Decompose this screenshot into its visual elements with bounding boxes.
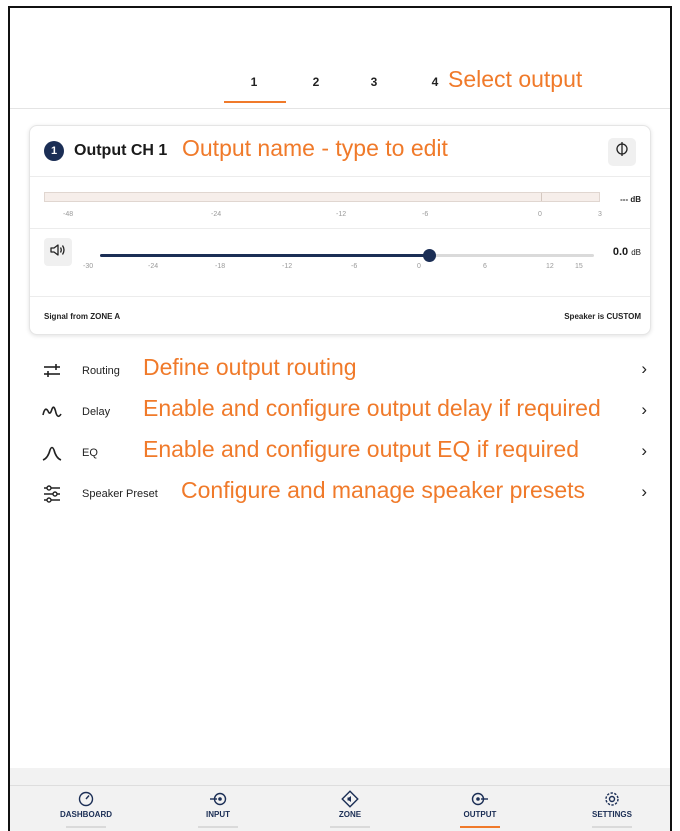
gain-tick: 15 (575, 263, 583, 270)
routing-icon (41, 360, 63, 382)
meter-tick: 0 (538, 211, 542, 218)
chevron-right-icon: › (641, 400, 647, 419)
gear-icon (603, 790, 621, 808)
gain-tick: -18 (215, 263, 226, 270)
annotation-delay: Enable and configure output delay if req… (143, 395, 601, 421)
phase-invert-button[interactable] (608, 138, 636, 166)
annotation-output-name: Output name - type to edit (182, 135, 448, 161)
nav-input[interactable]: INPUT (168, 786, 268, 831)
tab-output-2[interactable]: 2 (301, 75, 331, 89)
gain-tick: -12 (282, 263, 293, 270)
gain-slider-fill (100, 254, 430, 257)
menu-row-eq[interactable]: EQ Enable and configure output EQ if req… (29, 436, 651, 471)
output-icon (471, 790, 489, 808)
nav-label: INPUT (206, 810, 230, 819)
menu-row-label: EQ (82, 447, 98, 459)
output-channel-card: 1 Output CH 1 Output name - type to edit… (29, 125, 651, 335)
gain-value-number: 0.0 (612, 246, 629, 258)
nav-settings[interactable]: SETTINGS (562, 786, 662, 831)
phase-invert-icon (615, 142, 629, 160)
tab-output-1[interactable]: 1 (239, 75, 269, 89)
main-content: 1 Output CH 1 Output name - type to edit… (10, 108, 670, 768)
gain-tick: 6 (483, 263, 487, 270)
card-divider (30, 296, 650, 297)
meter-tick: -24 (211, 211, 222, 218)
nav-indicator (592, 826, 632, 828)
gain-slider-thumb[interactable] (423, 249, 437, 262)
tab-output-4[interactable]: 4 (420, 75, 450, 89)
annotation-select-output: Select output (448, 66, 583, 92)
bottom-nav: DASHBOARD INPUT ZONE OUTPUT SETTINGS (10, 785, 670, 831)
annotation-routing: Define output routing (143, 354, 357, 380)
speaker-status: Speaker is CUSTOM (564, 312, 641, 321)
signal-source: Signal from ZONE A (44, 312, 121, 321)
nav-indicator (66, 826, 106, 828)
gain-value[interactable]: 0.0 dB (613, 246, 641, 258)
nav-output[interactable]: OUTPUT (430, 786, 530, 831)
nav-label: DASHBOARD (60, 810, 112, 819)
channel-number-badge: 1 (44, 141, 64, 161)
output-tab-bar: 1 2 3 4 Select output (10, 8, 670, 108)
level-meter (44, 192, 600, 202)
card-divider (30, 228, 650, 229)
gain-tick: 12 (546, 263, 554, 270)
gain-tick: -30 (83, 263, 94, 270)
nav-dashboard[interactable]: DASHBOARD (36, 786, 136, 831)
nav-zone[interactable]: ZONE (300, 786, 400, 831)
gain-tick: 0 (417, 263, 421, 270)
nav-label: SETTINGS (591, 810, 632, 819)
nav-indicator (198, 826, 238, 828)
card-divider (30, 176, 650, 177)
speaker-volume-icon (49, 244, 67, 260)
menu-row-label: Speaker Preset (82, 488, 158, 500)
menu-row-routing[interactable]: Routing Define output routing › (29, 354, 651, 389)
meter-zero-mark (541, 193, 542, 201)
eq-icon (41, 442, 63, 464)
menu-row-label: Delay (82, 406, 111, 418)
gain-tick: -6 (351, 263, 358, 270)
nav-indicator (460, 826, 500, 828)
meter-tick: 3 (598, 211, 602, 218)
meter-readout: --- dB (620, 195, 641, 204)
speaker-preset-icon (41, 483, 63, 505)
chevron-right-icon: › (641, 359, 647, 378)
nav-label: ZONE (338, 810, 362, 819)
annotation-speaker-preset: Configure and manage speaker presets (181, 477, 586, 503)
input-icon (209, 790, 227, 808)
gain-tick: -24 (148, 263, 159, 270)
mute-button[interactable] (44, 238, 72, 266)
chevron-right-icon: › (641, 441, 647, 460)
active-tab-indicator (224, 101, 286, 103)
chevron-right-icon: › (641, 482, 647, 501)
annotation-eq: Enable and configure output EQ if requir… (143, 436, 580, 462)
gain-slider[interactable] (100, 249, 594, 262)
menu-row-delay[interactable]: Delay Enable and configure output delay … (29, 395, 651, 430)
meter-tick: -12 (336, 211, 347, 218)
meter-tick: -48 (63, 211, 74, 218)
output-name-field[interactable]: Output CH 1 (74, 142, 167, 160)
gauge-icon (77, 790, 95, 808)
menu-row-speaker-preset[interactable]: Speaker Preset Configure and manage spea… (29, 477, 651, 512)
gain-unit: dB (631, 248, 641, 257)
menu-row-label: Routing (82, 365, 120, 377)
tab-output-3[interactable]: 3 (359, 75, 389, 89)
delay-icon (41, 401, 63, 423)
nav-indicator (330, 826, 370, 828)
zone-icon (341, 790, 359, 808)
nav-label: OUTPUT (463, 810, 497, 819)
meter-tick: -6 (422, 211, 429, 218)
app-frame: 1 2 3 4 Select output 1 Output CH 1 Outp… (8, 6, 672, 831)
